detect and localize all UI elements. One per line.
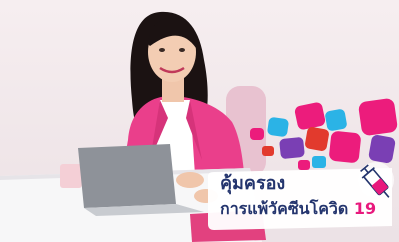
- headline-number: 19: [353, 199, 377, 218]
- headline-line-2-text: การแพ้วัคซีนโควิด: [220, 199, 354, 218]
- headline-line-1: คุ้มครอง: [220, 173, 286, 194]
- insurance-banner: คุ้มครอง การแพ้วัคซีนโควิด 19: [0, 0, 399, 242]
- laptop: [78, 144, 176, 208]
- headline-line-2: การแพ้วัคซีนโควิด 19: [220, 198, 376, 220]
- mug: [60, 164, 82, 188]
